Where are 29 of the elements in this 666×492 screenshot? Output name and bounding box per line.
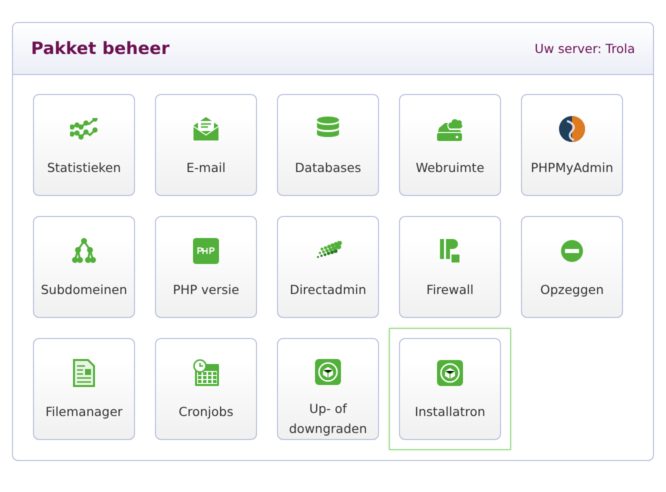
tile-button[interactable]: Opzeggen: [521, 216, 623, 318]
tile-button[interactable]: Directadmin: [277, 216, 379, 318]
tile-button[interactable]: Databases: [277, 94, 379, 196]
server-label: Uw server: Trola: [534, 41, 635, 56]
hierarchy-icon: [71, 238, 97, 264]
cloud-drive-icon: [436, 116, 464, 142]
tile-button[interactable]: E-mail: [155, 94, 257, 196]
chart-icon: [70, 118, 98, 140]
firewall-icon: [439, 238, 461, 264]
tile-button[interactable]: Statistieken: [33, 94, 135, 196]
tile-button[interactable]: Cronjobs: [155, 338, 257, 440]
php-icon: [193, 238, 219, 264]
sailboat-logo-icon: [558, 115, 586, 143]
panel-title: Pakket beheer: [31, 38, 170, 58]
package-icon: [315, 358, 341, 384]
tile-button[interactable]: PHP versie: [155, 216, 257, 318]
tile-button[interactable]: PHPMyAdmin: [521, 94, 623, 196]
tile-button[interactable]: Up- of downgraden: [277, 338, 379, 440]
tile-button[interactable]: Filemanager: [33, 338, 135, 440]
envelope-icon: [192, 116, 220, 142]
tile-button[interactable]: Installatron: [399, 338, 501, 440]
dots-icon: [314, 241, 342, 261]
tile-button[interactable]: Firewall: [399, 216, 501, 318]
package-icon: [437, 360, 463, 386]
document-icon: [73, 359, 95, 387]
minus-circle-icon: [560, 239, 584, 263]
tile-button[interactable]: Webruimte: [399, 94, 501, 196]
calendar-clock-icon: [192, 359, 220, 387]
tile-button[interactable]: Subdomeinen: [33, 216, 135, 318]
